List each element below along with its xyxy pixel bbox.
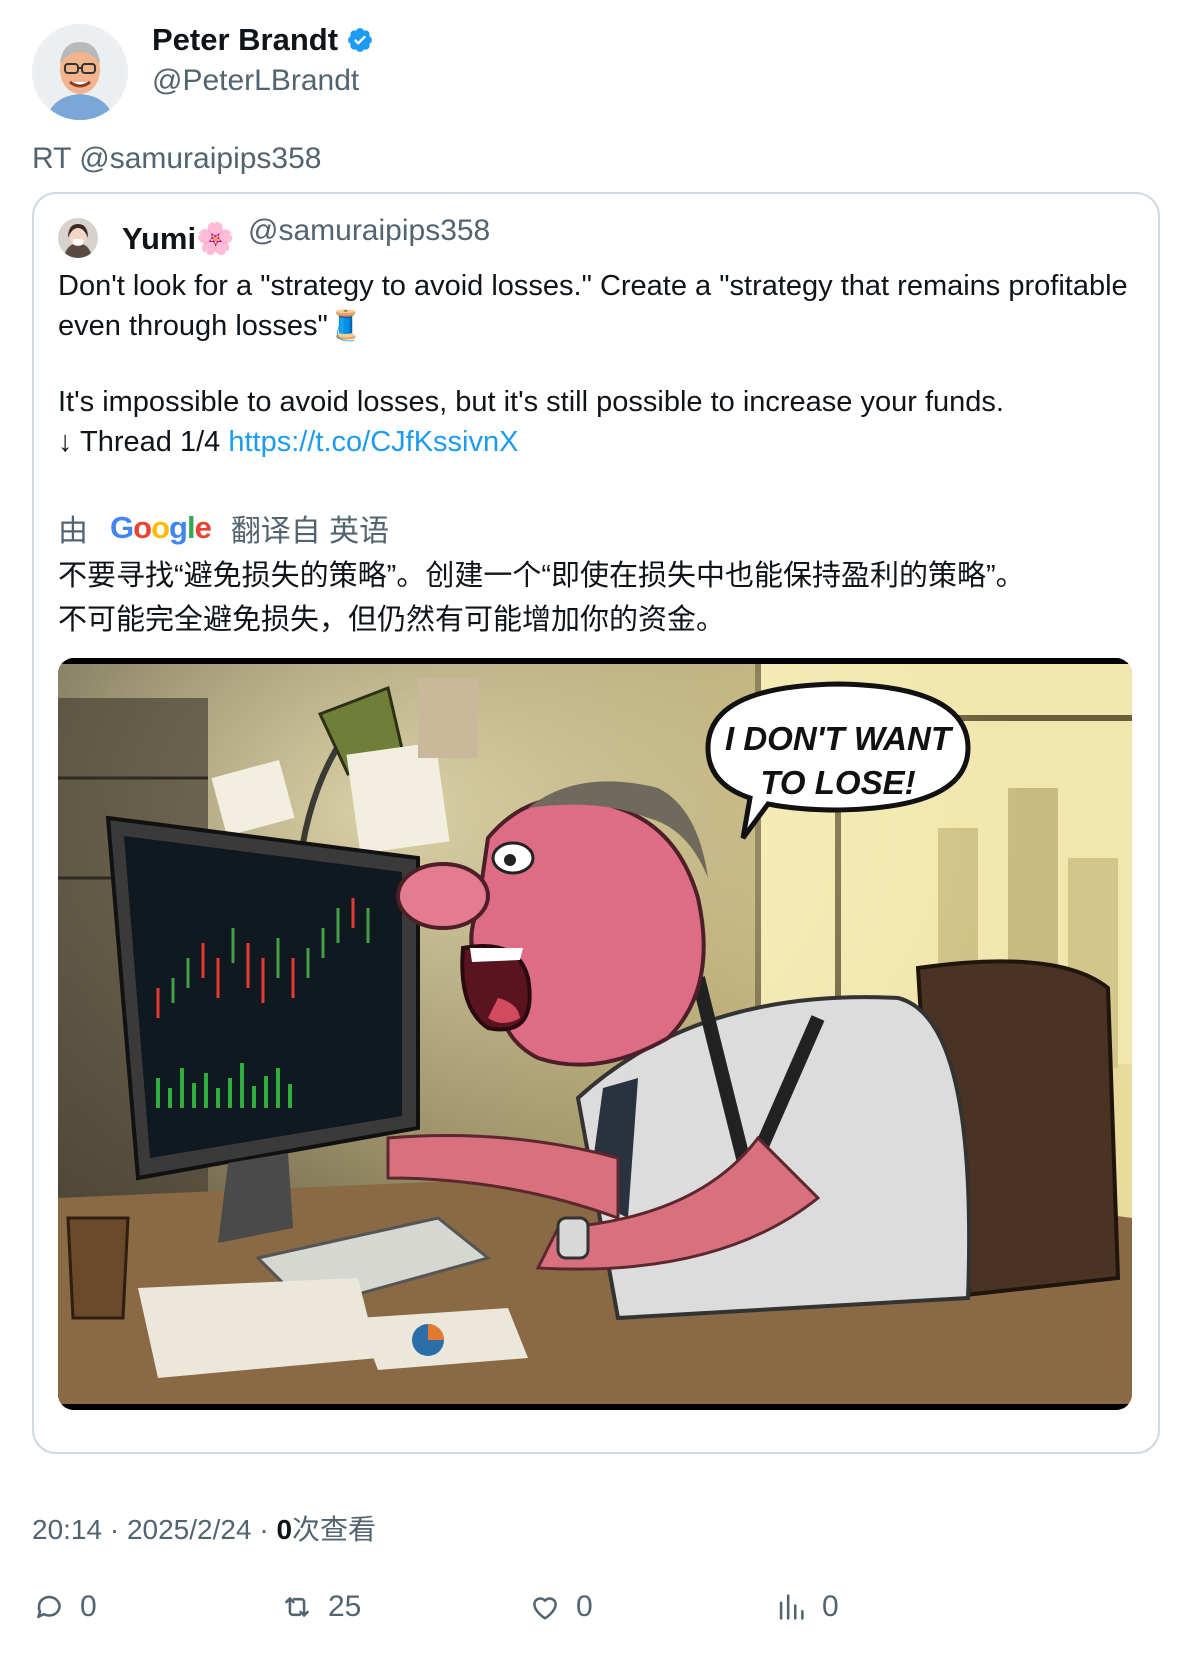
reply-icon: [37, 1595, 61, 1619]
author-name[interactable]: Peter Brandt: [152, 22, 374, 58]
author-avatar[interactable]: [32, 24, 128, 120]
views-label: 次查看: [292, 1514, 377, 1545]
translated-text: 不要寻找“避免损失的策略”。创建一个“即使在损失中也能保持盈利的策略”。 不可能…: [58, 554, 1138, 642]
quoted-tweet-text: Don't look for a "strategy to avoid loss…: [58, 266, 1128, 462]
translated-line2: 不可能完全避免损失，但仍然有可能增加你的资金。: [58, 604, 726, 636]
retweet-icon: [285, 1597, 309, 1617]
speech-bubble-line2: TO LOSE!: [760, 764, 915, 801]
quoted-author-handle[interactable]: @samuraipips358: [248, 214, 490, 248]
views-button[interactable]: 0: [774, 1590, 839, 1624]
quoted-author-avatar[interactable]: [58, 218, 98, 258]
google-logo: Google: [110, 510, 212, 545]
thread-label: ↓ Thread 1/4: [58, 426, 229, 458]
tweet-date[interactable]: 2025/2/24: [127, 1514, 252, 1545]
quoted-tweet-card[interactable]: Yumi🌸 @samuraipips358 Don't look for a "…: [32, 192, 1160, 1454]
reply-button[interactable]: 0: [32, 1590, 97, 1624]
speech-bubble-line1: I DON'T WANT: [725, 720, 954, 757]
tweet-link[interactable]: https://t.co/CJfKssivnX: [228, 426, 518, 458]
reply-count: 0: [80, 1590, 97, 1623]
views-count: 0: [276, 1514, 293, 1545]
verified-badge-icon: [346, 26, 374, 54]
author-name-text[interactable]: Peter Brandt: [152, 22, 338, 58]
retweet-count: 25: [328, 1590, 362, 1623]
author-handle[interactable]: @PeterLBrandt: [152, 64, 359, 98]
translation-attribution: 由 Google 翻译自 英语: [58, 506, 389, 550]
like-button[interactable]: 0: [528, 1590, 593, 1624]
quoted-text-line1: Don't look for a "strategy to avoid loss…: [58, 270, 1128, 342]
tweet-time[interactable]: 20:14: [32, 1514, 102, 1545]
like-count: 0: [576, 1590, 593, 1623]
like-icon: [533, 1597, 557, 1620]
quoted-text-line3: ↓ Thread 1/4 https://t.co/CJfKssivnX: [58, 422, 1128, 462]
tweet-meta: 20:14 · 2025/2/24 · 0次查看: [32, 1514, 377, 1545]
retweet-button[interactable]: 25: [280, 1590, 361, 1624]
translate-by-label: 由: [58, 515, 88, 548]
quoted-text-line2: It's impossible to avoid losses, but it'…: [58, 386, 1004, 418]
tweet-image[interactable]: I DON'T WANT TO LOSE!: [58, 658, 1132, 1410]
quoted-author-name[interactable]: Yumi🌸: [122, 220, 235, 257]
translate-from-label: 翻译自 英语: [230, 515, 390, 548]
retweet-line: RT @samuraipips358: [32, 142, 322, 175]
views-stat-count: 0: [822, 1590, 839, 1623]
views-icon: [779, 1594, 804, 1620]
translated-line1: 不要寻找“避免损失的策略”。创建一个“即使在损失中也能保持盈利的策略”。: [58, 560, 1025, 592]
action-bar: 0 25 0 0: [0, 1590, 1196, 1634]
